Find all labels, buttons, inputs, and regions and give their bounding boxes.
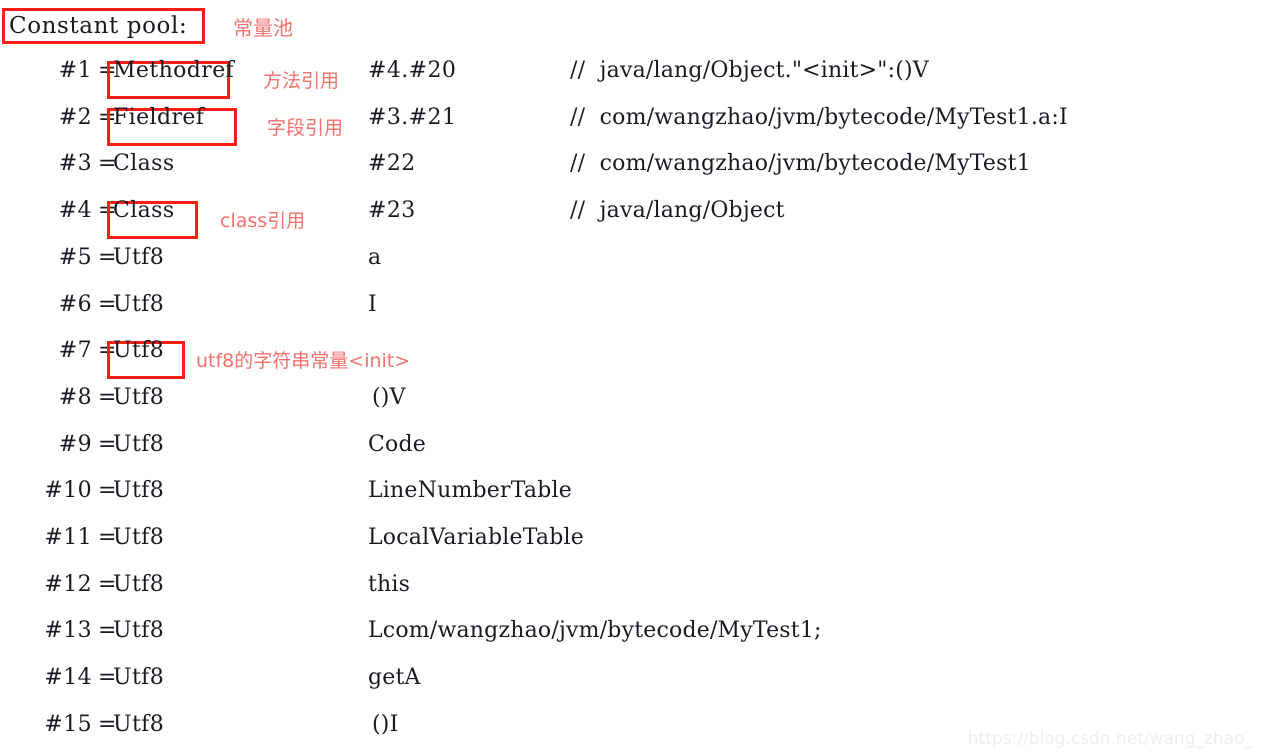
entry-comment: // java/lang/Object."<init>":()V: [570, 58, 929, 83]
entry-annotation: 方法引用: [263, 70, 340, 92]
entry-index: #2: [58, 104, 92, 130]
entry-comment: // java/lang/Object: [570, 198, 785, 224]
entry-tag: Utf8: [113, 478, 165, 504]
table-row: #6 = Utf8 I: [0, 292, 1261, 338]
entry-tag: Utf8: [113, 384, 165, 410]
entry-reference: #23: [368, 198, 416, 224]
entry-index: #3: [58, 151, 92, 177]
entry-index: #8: [58, 384, 92, 410]
page-title: Constant pool:: [9, 13, 188, 39]
entry-index: #11: [44, 525, 92, 550]
entry-tag: Utf8: [113, 338, 165, 364]
entry-value: a: [368, 244, 382, 270]
entry-tag: Utf8: [113, 571, 165, 597]
entry-reference: #4.#20: [368, 58, 457, 83]
entry-annotation: utf8的字符串常量<init>: [196, 350, 411, 373]
entry-index: #15: [44, 711, 92, 737]
entry-value: ()V: [372, 384, 406, 410]
entry-index: #13: [44, 618, 92, 644]
entry-value: Lcom/wangzhao/jvm/bytecode/MyTest1;: [368, 618, 822, 644]
entry-reference: #22: [368, 151, 416, 177]
entry-tag: Utf8: [113, 244, 165, 270]
entry-value: Code: [368, 431, 426, 457]
entry-comment: // com/wangzhao/jvm/bytecode/MyTest1.a:I: [570, 104, 1068, 130]
table-row: #14 = Utf8 getA: [0, 665, 1261, 711]
entry-tag: Class: [113, 198, 175, 224]
constant-pool-header-box: Constant pool:: [2, 8, 205, 44]
entry-index: #10: [44, 478, 92, 504]
entry-comment: // com/wangzhao/jvm/bytecode/MyTest1: [570, 151, 1031, 177]
watermark: https://blog.csdn.net/wang_zhao_: [967, 729, 1253, 749]
entry-value: this: [368, 571, 411, 597]
entry-index: #14: [44, 665, 92, 691]
table-row: #12 = Utf8 this: [0, 572, 1261, 618]
entry-index: #1: [58, 58, 92, 83]
table-row: #3 = Class #22// com/wangzhao/jvm/bytecode/…: [0, 151, 1261, 197]
entry-annotation: class引用: [220, 210, 306, 233]
entry-value: LocalVariableTable: [368, 525, 584, 550]
entry-tag: Utf8: [113, 291, 165, 317]
entry-reference: #3.#21: [368, 104, 457, 130]
entry-index: #12: [44, 571, 92, 597]
table-row: #10 = Utf8 LineNumberTable: [0, 478, 1261, 524]
table-row: #1 = Methodref 方法引用 #4.#20// java/lang/Objec…: [0, 58, 1261, 104]
entry-tag: Utf8: [113, 431, 165, 457]
header-annotation: 常量池: [233, 16, 293, 40]
table-row: #5 = Utf8 a: [0, 245, 1261, 291]
entry-index: #5: [58, 244, 92, 270]
entry-value: I: [368, 291, 377, 317]
entry-value: ()I: [372, 711, 399, 737]
entry-index: #6: [58, 291, 92, 317]
table-row: #11 = Utf8 LocalVariableTable: [0, 525, 1261, 571]
entry-value: getA: [368, 665, 421, 691]
entry-index: #4: [58, 198, 92, 224]
entry-value: LineNumberTable: [368, 478, 572, 504]
entry-annotation: 字段引用: [267, 116, 344, 139]
entry-index: #7: [58, 338, 92, 364]
table-row: #13 = Utf8 Lcom/wangzhao/jvm/bytecode/MyTes…: [0, 618, 1261, 664]
table-row: #8 = Utf8 ()V: [0, 385, 1261, 431]
entry-tag: Utf8: [113, 711, 165, 737]
entry-tag: Class: [113, 151, 175, 177]
entry-index: #9: [58, 431, 92, 457]
table-row: #4 = Class class引用 #23// java/lang/Object: [0, 198, 1261, 244]
table-row: #7 = Utf8 utf8的字符串常量<init>: [0, 338, 1261, 384]
entry-tag: Utf8: [113, 525, 165, 550]
entry-tag: Fieldref: [113, 104, 205, 130]
entry-tag: Methodref: [113, 58, 235, 83]
constant-pool-listing: Constant pool: 常量池 #1 = Methodref 方法引用 #4.#2…: [0, 0, 1261, 753]
table-row: #2 = Fieldref 字段引用 #3.#21// com/wangzhao/jvm…: [0, 105, 1261, 151]
entry-tag: Utf8: [113, 618, 165, 644]
entry-tag: Utf8: [113, 665, 165, 691]
table-row: #9 = Utf8 Code: [0, 432, 1261, 478]
